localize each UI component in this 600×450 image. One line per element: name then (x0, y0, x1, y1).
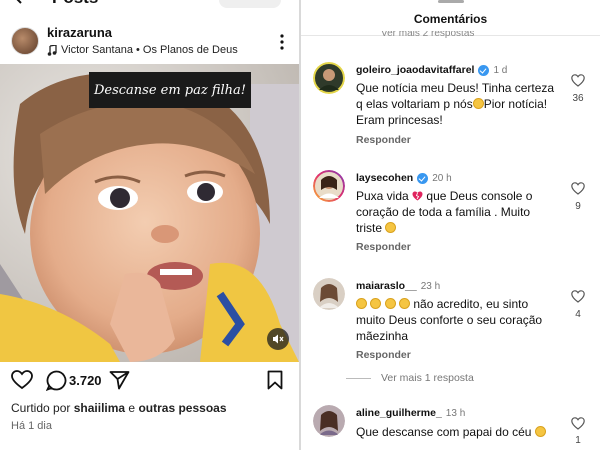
reply-button[interactable]: Responder (356, 241, 411, 253)
reply-button[interactable]: Responder (356, 349, 411, 361)
comment-item: laysecohen 20 h Puxa vida que Deus conso… (301, 170, 600, 260)
comment-author[interactable]: maiaraslo__ 23 h (356, 280, 440, 292)
post-date: Há 1 dia (11, 420, 52, 432)
comment-username: laysecohen (356, 172, 414, 184)
post-top-bar: Posts (0, 0, 299, 10)
view-more-replies[interactable]: Ver mais 1 resposta (346, 372, 474, 384)
comment-author[interactable]: laysecohen 20 h (356, 172, 452, 184)
reply-button[interactable]: Responder (356, 134, 411, 146)
comment-text-part: não acredito, eu sinto muito Deus confor… (356, 297, 543, 343)
comment-item: goleiro_joaodavitaffarel 1 d Que notícia… (301, 62, 600, 152)
verified-badge-icon (478, 64, 490, 76)
comment-text: Que descanse com papai do céu (356, 424, 556, 440)
sad-face-emoji-icon (384, 298, 396, 309)
page-title: Posts (52, 0, 98, 8)
audio-label: Victor Santana • Os Planos de Deus (61, 44, 238, 56)
comments-panel: Comentários Ver mais 2 respostas goleiro… (301, 0, 600, 450)
author-avatar[interactable] (11, 27, 39, 55)
comment-username: goleiro_joaodavitaffarel (356, 64, 475, 76)
post-media[interactable]: Descanse em paz filha! (0, 64, 299, 362)
comment-like-heart-icon[interactable] (570, 290, 586, 303)
sad-face-emoji-icon (472, 98, 484, 109)
comment-username: maiaraslo__ (356, 280, 417, 292)
comment-like-count: 4 (575, 309, 581, 320)
comment-item: aline_guilherme_ 13 h Que descanse com p… (301, 405, 600, 450)
comment-author[interactable]: goleiro_joaodavitaffarel 1 d (356, 64, 507, 76)
crying-face-emoji-icon (385, 222, 397, 233)
comment-count: 3.720 (69, 373, 102, 388)
comment-like-count: 1 (575, 435, 581, 446)
baby-photo (0, 64, 299, 362)
post-action-bar: 3.720 (0, 366, 299, 396)
comment-like-heart-icon[interactable] (570, 417, 586, 430)
comment-text-start: Puxa vida (356, 189, 409, 203)
share-icon[interactable] (109, 370, 130, 390)
comment-like-heart-icon[interactable] (570, 182, 586, 195)
liked-by-mid: e (128, 401, 136, 415)
view-replies-link[interactable]: Ver mais 2 respostas (381, 31, 474, 40)
liked-by-summary[interactable]: Curtido por shaiilima e outras pessoas (11, 401, 227, 415)
liked-by-prefix: Curtido por (11, 401, 71, 415)
more-options-icon[interactable] (279, 33, 285, 51)
view-more-replies-label: Ver mais 1 resposta (381, 372, 474, 384)
comment-time: 20 h (432, 172, 452, 184)
comment-time: 13 h (445, 407, 466, 419)
comment-like-count: 36 (572, 93, 584, 104)
music-note-icon (47, 44, 57, 56)
mute-button[interactable] (267, 328, 289, 350)
drag-handle[interactable] (438, 0, 464, 3)
comment-author[interactable]: aline_guilherme_ 13 h (356, 407, 465, 419)
bookmark-icon[interactable] (267, 370, 283, 390)
comment-like-count: 9 (575, 201, 581, 212)
sad-face-emoji-icon (356, 298, 367, 309)
follow-button[interactable] (219, 0, 281, 8)
verified-badge-icon (417, 172, 429, 184)
liked-by-others[interactable]: outras pessoas (138, 401, 226, 415)
comments-title: Comentários (413, 12, 488, 26)
image-caption: Descanse em paz filha! (89, 72, 251, 108)
comment-text: Que notícia meu Deus! Tinha certeza q el… (356, 80, 556, 128)
comment-username: aline_guilherme_ (356, 407, 442, 419)
author-username[interactable]: kirazaruna (47, 25, 112, 40)
comment-text-part: Que descanse com papai do céu (356, 425, 532, 439)
comment-time: 1 d (493, 64, 508, 76)
post-panel: Posts kirazaruna Victor Santana • Os Pla… (0, 0, 299, 450)
commenter-avatar[interactable] (313, 170, 345, 202)
commenter-avatar[interactable] (313, 405, 345, 437)
comment-time: 23 h (420, 280, 441, 292)
sad-face-emoji-icon (370, 298, 382, 309)
audio-attribution[interactable]: Victor Santana • Os Planos de Deus (47, 44, 238, 56)
back-arrow-icon[interactable] (10, 0, 28, 6)
speaker-muted-icon (273, 334, 284, 344)
commenter-avatar[interactable] (313, 278, 345, 310)
comment-text: não acredito, eu sinto muito Deus confor… (356, 296, 556, 344)
divider-line (346, 377, 371, 379)
sad-face-emoji-icon (399, 298, 411, 309)
heart-icon[interactable] (11, 370, 33, 390)
post-header: kirazaruna Victor Santana • Os Planos de… (0, 20, 299, 64)
comment-item: maiaraslo__ 23 h não acredito, eu sinto … (301, 278, 600, 368)
comment-icon[interactable] (46, 370, 67, 391)
commenter-avatar[interactable] (313, 62, 345, 94)
comment-like-heart-icon[interactable] (570, 74, 586, 87)
sad-face-emoji-icon (534, 426, 546, 437)
broken-heart-emoji-icon (412, 191, 423, 201)
comment-text: Puxa vida que Deus console o coração de … (356, 188, 556, 236)
liked-by-user[interactable]: shaiilima (74, 401, 125, 415)
